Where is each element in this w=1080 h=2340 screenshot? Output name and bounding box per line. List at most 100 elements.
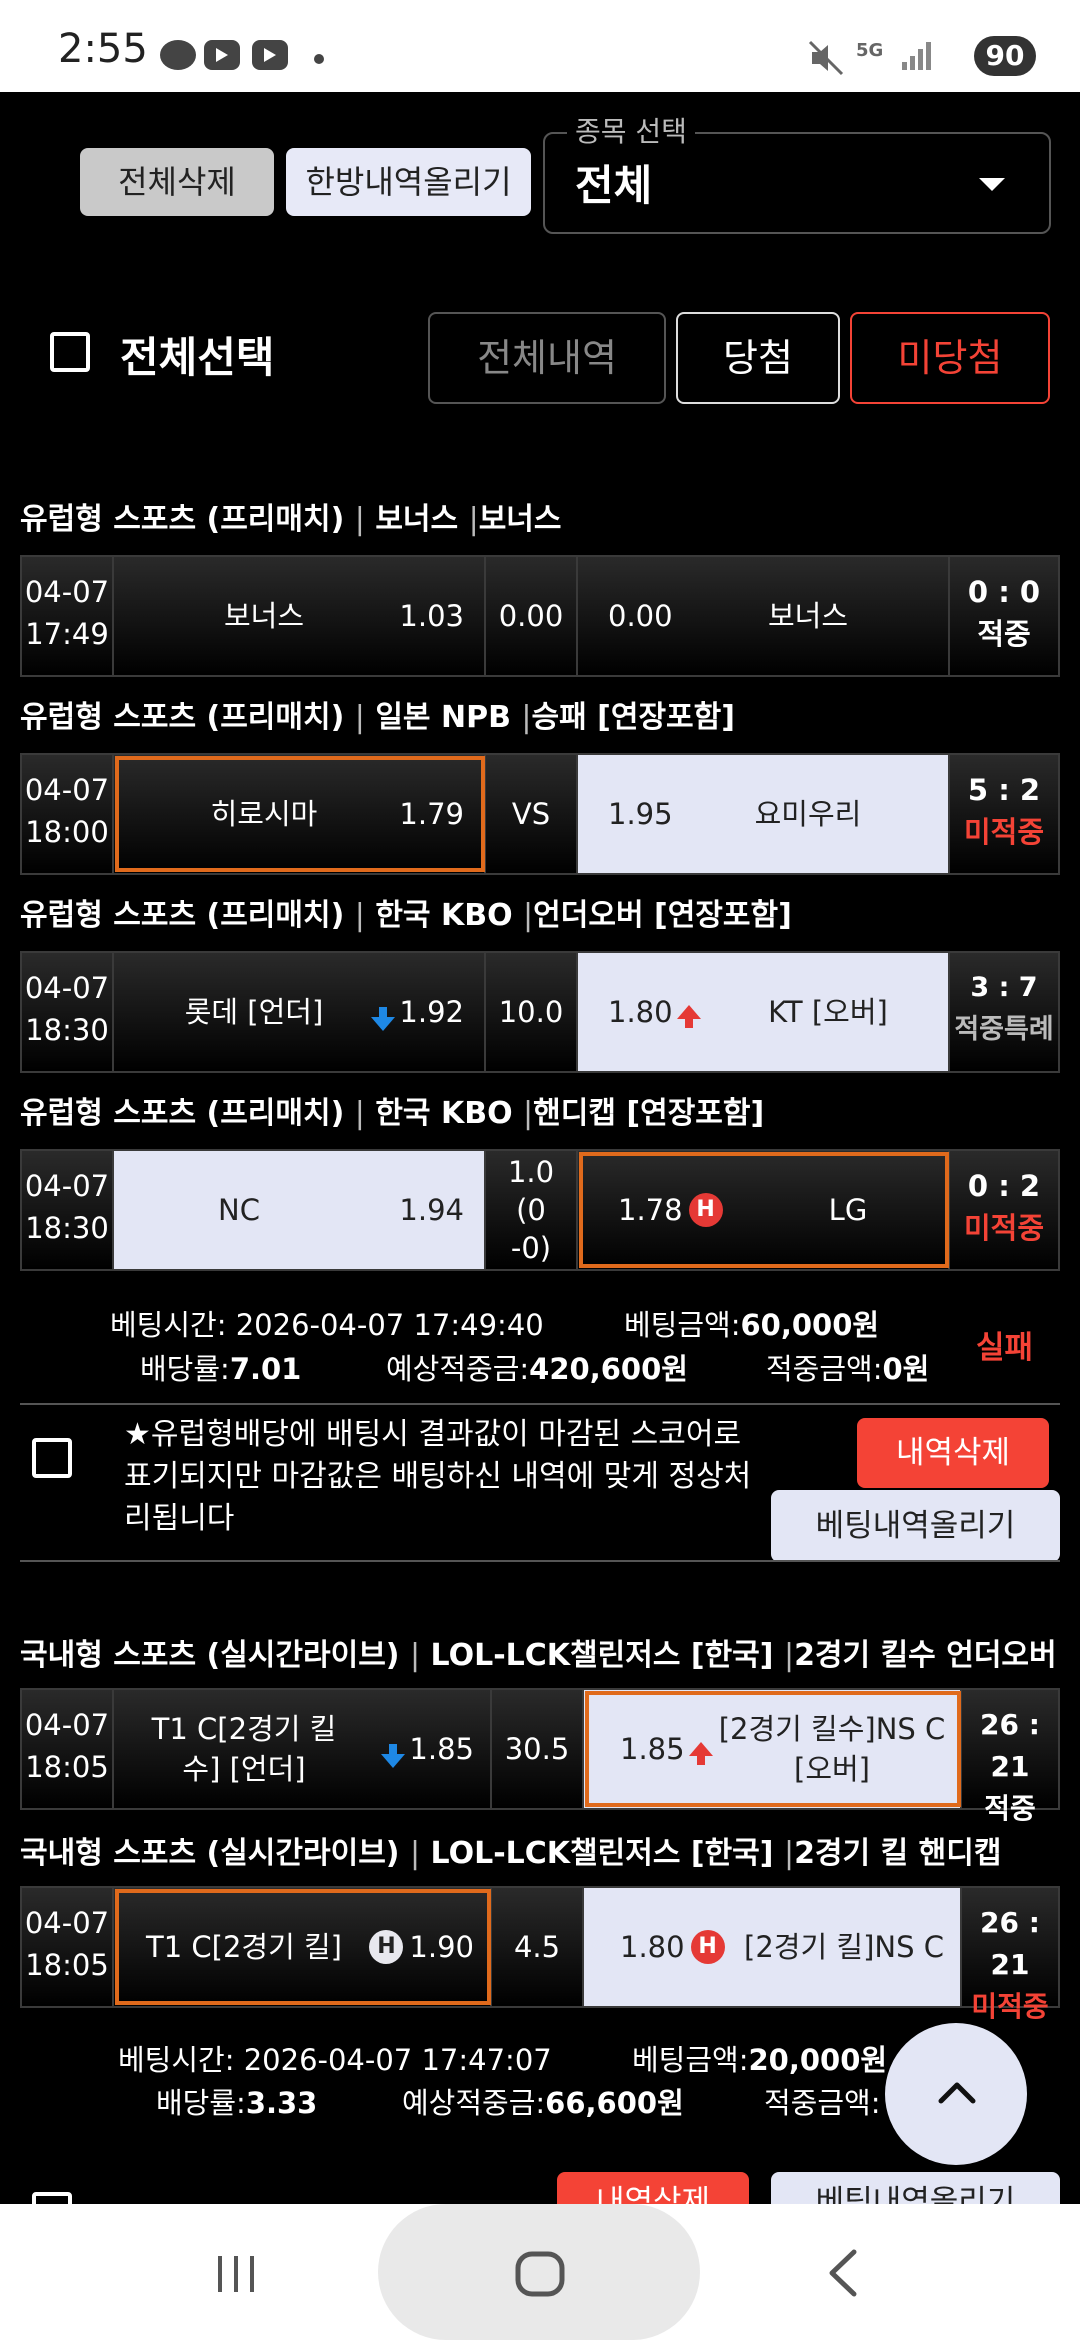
mid-value: 4.5 [492, 1888, 584, 2006]
network-type: 5G [856, 40, 884, 61]
score-cell: 5 : 2 미적중 [950, 755, 1058, 873]
home-team-pick[interactable]: 롯데 [언더] 1.92 [114, 953, 486, 1071]
away-team-name: KT [오버] [768, 995, 888, 1029]
upload-bet-history-button[interactable]: 베팅내역올리기 [771, 2172, 1060, 2204]
signal-icon [902, 42, 931, 70]
expected-win: 예상적중금:66,600원 [402, 2086, 684, 2120]
delete-history-button[interactable]: 내역삭제 [857, 1418, 1049, 1488]
chevron-up-icon [938, 2082, 976, 2104]
select-all-checkbox[interactable] [50, 332, 90, 372]
sport-select[interactable]: 종목 선택 전체 [543, 110, 1051, 234]
handicap-icon: H [369, 1930, 404, 1964]
game-datetime: 04-07 18:30 [22, 953, 114, 1071]
dropdown-arrow-icon [979, 178, 1005, 191]
home-odd: 1.92 [399, 995, 464, 1029]
bet-amount: 베팅금액:20,000원 [632, 2043, 888, 2077]
win-amount: 적중금액: [764, 2086, 881, 2120]
home-team-pick[interactable]: 히로시마 1.79 [114, 755, 486, 873]
clock: 2:55 [58, 26, 148, 72]
game-header: 국내형 스포츠 (실시간라이브) | LOL-LCK챌린저스 [한국] |2경기… [20, 1638, 1057, 1673]
game-row: 04-07 18:05 T1 C[2경기 킬] H 1.90 4.5 1.80 H [… [20, 1886, 1060, 2023]
home-team-pick[interactable]: T1 C[2경기 킬수] [언더] 1.85 [114, 1690, 492, 1808]
game-row: 04-07 17:49 보너스 1.03 0.00 0.00 보너스 0 : 0적… [20, 555, 1060, 677]
home-team-pick[interactable]: T1 C[2경기 킬] H 1.90 [114, 1888, 492, 2006]
back-icon[interactable] [826, 2248, 860, 2298]
status-bar: 2:55 5G 90 [0, 0, 1080, 92]
game-row: 04-07 18:30 롯데 [언더] 1.92 10.0 1.80 KT [오버… [20, 951, 1060, 1073]
delete-all-button[interactable]: 전체삭제 [80, 148, 274, 216]
system-nav-bar [0, 2204, 1080, 2340]
away-team-pick[interactable]: 1.80 KT [오버] [578, 953, 950, 1071]
battery-indicator: 90 [974, 36, 1036, 76]
away-team-name: [2경기 킬수]NS C [오버] [718, 1712, 946, 1786]
odds-down-arrow-icon [371, 1007, 396, 1031]
game-row: 04-07 18:05 T1 C[2경기 킬수] [언더] 1.85 30.5 1… [20, 1688, 1060, 1825]
filter-win-button[interactable]: 당첨 [676, 312, 840, 404]
divider [20, 1403, 1060, 1405]
odds-up-arrow-icon [688, 1742, 713, 1765]
away-odd-wrap: 1.78 H [618, 1151, 729, 1269]
away-odd-wrap: 1.85 [620, 1690, 717, 1808]
away-odd: 1.95 [608, 797, 673, 831]
filter-all-button[interactable]: 전체내역 [428, 312, 666, 404]
more-notifications-icon [314, 54, 324, 64]
mid-value: 0.00 [486, 557, 578, 675]
bet-rate: 배당률:3.33 [156, 2086, 318, 2120]
score-cell: 26 : 21 적중 [962, 1690, 1058, 1825]
game-row: 04-07 18:00 히로시마 1.79 VS 1.95 요미우리 5 : 2미… [20, 753, 1060, 875]
home-team-name: 롯데 [언더] [184, 995, 324, 1029]
main-content: 전체삭제 한방내역올리기 종목 선택 전체 전체선택 전체내역 당첨 미당첨 유… [0, 92, 1080, 2204]
recent-apps-icon[interactable] [214, 2252, 262, 2296]
home-odd: 1.90 [409, 1930, 474, 1964]
home-odd: 1.79 [399, 797, 464, 831]
game-header: 유럽형 스포츠 (프리매치) | 일본 NPB |승패 [연장포함] [20, 700, 735, 735]
odds-down-arrow-icon [381, 1744, 406, 1768]
away-odd: 1.80 [620, 1930, 685, 1964]
kakaotalk-icon [160, 40, 196, 70]
score-cell: 0 : 2 미적중 [950, 1151, 1058, 1269]
game-header: 유럽형 스포츠 (프리매치) | 한국 KBO |핸디캡 [연장포함] [20, 1096, 765, 1131]
home-team-pick[interactable]: NC 1.94 [114, 1151, 486, 1269]
bet-rate: 배당률:7.01 [140, 1352, 302, 1386]
sport-select-value: 전체 [575, 161, 653, 210]
filter-lose-button[interactable]: 미당첨 [850, 312, 1050, 404]
game-datetime: 04-07 18:05 [22, 1888, 114, 2006]
home-icon[interactable] [514, 2250, 566, 2298]
bet-select-checkbox[interactable] [32, 2192, 72, 2204]
game-header: 국내형 스포츠 (실시간라이브) | LOL-LCK챌린저스 [한국] |2경기… [20, 1836, 1002, 1871]
bet-time: 베팅시간: 2026-04-07 17:49:40 [110, 1308, 544, 1342]
home-team-pick[interactable]: 보너스 1.03 [114, 557, 486, 675]
game-header: 유럽형 스포츠 (프리매치) | 보너스 |보너스 [20, 502, 562, 537]
upload-history-button[interactable]: 한방내역올리기 [286, 148, 531, 216]
away-odd: 1.78 [618, 1193, 683, 1227]
away-team-pick[interactable]: 0.00 보너스 [578, 557, 950, 675]
divider [20, 1560, 1060, 1562]
score-cell: 26 : 21 미적중 [962, 1888, 1058, 2023]
bet-time: 베팅시간: 2026-04-07 17:47:07 [118, 2043, 552, 2077]
away-team-pick[interactable]: 1.95 요미우리 [578, 755, 950, 873]
away-team-name: 요미우리 [754, 797, 862, 831]
select-all-label: 전체선택 [120, 333, 275, 382]
bet-select-checkbox[interactable] [32, 1438, 72, 1478]
bet-result: 실패 [976, 1330, 1034, 1366]
score-cell: 0 : 0 적중 [950, 557, 1058, 675]
away-odd: 1.85 [620, 1732, 685, 1766]
home-odd-wrap: 1.92 [367, 953, 464, 1071]
delete-history-button[interactable]: 내역삭제 [557, 2172, 749, 2204]
game-datetime: 04-07 18:05 [22, 1690, 114, 1808]
score-cell: 3 : 7 적중특례 [950, 953, 1058, 1071]
away-team-pick[interactable]: 1.85 [2경기 킬수]NS C [오버] [584, 1690, 962, 1808]
sport-select-label: 종목 선택 [567, 110, 695, 150]
away-team-pick[interactable]: 1.78 H LG [578, 1151, 950, 1269]
away-team-pick[interactable]: 1.80 H [2경기 킬]NS C [584, 1888, 962, 2006]
away-odd: 1.80 [608, 995, 673, 1029]
home-team-name: 히로시마 [210, 797, 318, 831]
mid-value: 10.0 [486, 953, 578, 1071]
handicap-icon: H [688, 1193, 723, 1227]
away-team-name: 보너스 [767, 599, 849, 633]
mute-icon [808, 40, 844, 76]
upload-bet-history-button[interactable]: 베팅내역올리기 [771, 1490, 1060, 1562]
scroll-to-top-button[interactable] [885, 2023, 1027, 2165]
game-row: 04-07 18:30 NC 1.94 1.0 (0 -0) 1.78 H LG 0… [20, 1149, 1060, 1271]
home-team-name: T1 C[2경기 킬] [146, 1930, 342, 1964]
